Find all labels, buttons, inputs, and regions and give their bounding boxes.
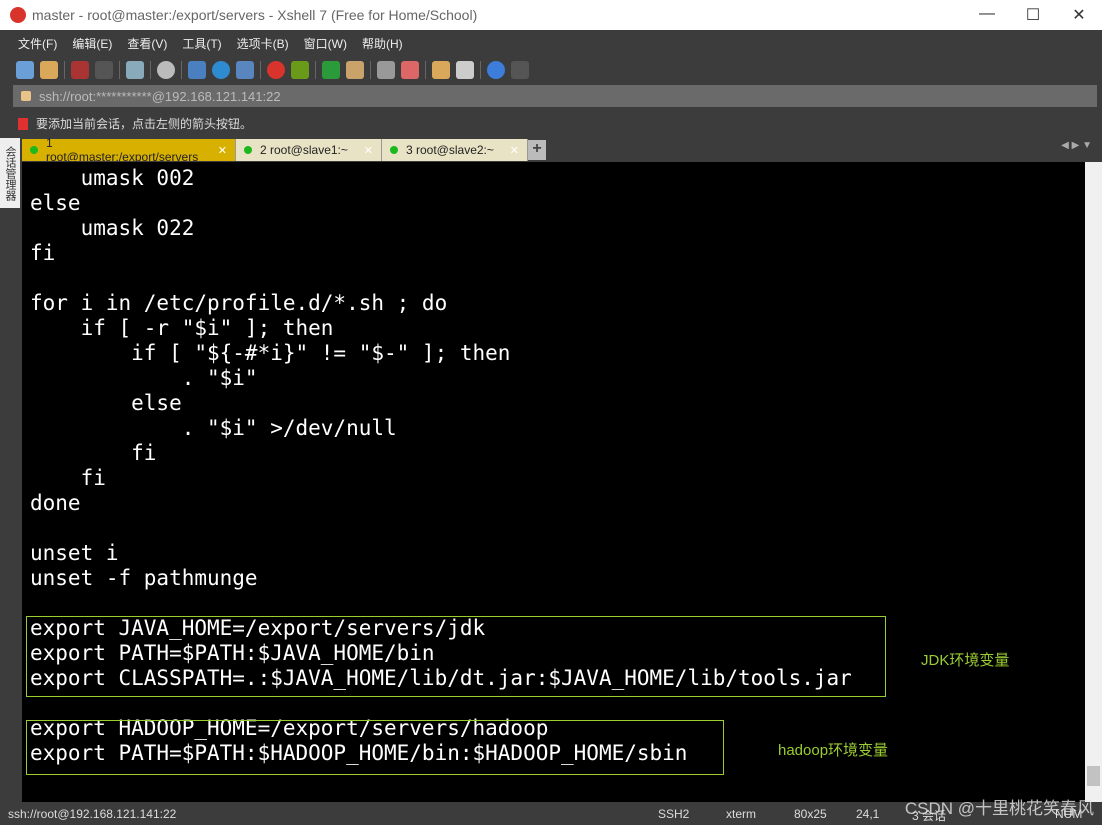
window-title: master - root@master:/export/servers - X… [32, 7, 478, 23]
status-size: 80x25 [794, 807, 827, 821]
address-bar[interactable]: ssh://root:***********@192.168.121.141:2… [13, 85, 1097, 107]
lock-icon[interactable] [346, 61, 364, 79]
jdk-highlight-box [26, 616, 886, 697]
status-term: xterm [726, 807, 756, 821]
xshell-logo-icon [10, 7, 26, 23]
xshell-icon[interactable] [267, 61, 285, 79]
session-manager-toggle[interactable]: 会话管理器 [0, 138, 20, 208]
maximize-button[interactable]: ☐ [1010, 5, 1056, 25]
new-tab-button[interactable]: + [528, 140, 546, 160]
minimize-button[interactable]: — [964, 5, 1010, 25]
jdk-annotation: JDK环境变量 [921, 652, 1010, 669]
lock-icon [21, 91, 31, 101]
menu-file[interactable]: 文件(F) [18, 35, 57, 52]
tab-label: 1 root@master:/export/servers [45, 136, 199, 164]
status-cursor: 24,1 [856, 807, 880, 821]
hadoop-annotation: hadoop环境变量 [778, 742, 889, 759]
connected-icon [30, 146, 38, 154]
status-protocol: SSH2 [658, 807, 690, 821]
tab-navigation[interactable]: ◀ ▶ ▼ [1061, 140, 1092, 151]
hint-text: 要添加当前会话，点击左侧的箭头按钮。 [36, 117, 253, 131]
chat-icon[interactable] [511, 61, 529, 79]
terminal[interactable]: umask 002 else umask 022 fi for i in /et… [22, 162, 1085, 802]
keyboard-icon[interactable] [377, 61, 395, 79]
title-bar: master - root@master:/export/servers - X… [0, 0, 1102, 30]
reconnect-icon[interactable] [95, 61, 113, 79]
globe-icon[interactable] [212, 61, 230, 79]
new-folder-icon[interactable] [432, 61, 450, 79]
transfer-icon[interactable] [188, 61, 206, 79]
fullscreen-icon[interactable] [322, 61, 340, 79]
open-folder-icon[interactable] [40, 61, 58, 79]
menu-edit[interactable]: 编辑(E) [72, 35, 112, 52]
terminal-scrollbar[interactable] [1085, 162, 1102, 802]
connected-icon [244, 146, 252, 154]
menu-window[interactable]: 窗口(W) [304, 35, 347, 52]
close-tab-icon[interactable]: ✕ [208, 144, 227, 157]
close-tab-icon[interactable]: ✕ [500, 144, 519, 157]
tab-label: 3 root@slave2:~ [406, 143, 494, 157]
menu-tools[interactable]: 工具(T) [182, 35, 221, 52]
connected-icon [390, 146, 398, 154]
tab-slave2[interactable]: 3 root@slave2:~ ✕ [382, 139, 528, 161]
status-connection: ssh://root@192.168.121.141:22 [8, 807, 177, 821]
add-session-arrow-icon[interactable] [18, 117, 28, 130]
menu-view[interactable]: 查看(V) [127, 35, 167, 52]
properties-icon[interactable] [126, 61, 144, 79]
menu-bar: 文件(F) 编辑(E) 查看(V) 工具(T) 选项卡(B) 窗口(W) 帮助(… [8, 30, 1102, 56]
layout-icon[interactable] [456, 61, 474, 79]
close-button[interactable]: ✕ [1056, 5, 1102, 25]
toolbar [8, 56, 1102, 84]
tab-slave1[interactable]: 2 root@slave1:~ ✕ [236, 139, 382, 161]
font-icon[interactable] [236, 61, 254, 79]
new-session-icon[interactable] [16, 61, 34, 79]
tab-master[interactable]: 1 root@master:/export/servers ✕ [22, 136, 236, 164]
scrollbar-thumb[interactable] [1087, 766, 1100, 786]
menu-help[interactable]: 帮助(H) [362, 35, 403, 52]
help-icon[interactable] [487, 61, 505, 79]
disconnect-icon[interactable] [71, 61, 89, 79]
menu-tab[interactable]: 选项卡(B) [237, 35, 289, 52]
hadoop-highlight-box [26, 720, 724, 775]
address-text: ssh://root:***********@192.168.121.141:2… [39, 88, 281, 104]
session-hint: 要添加当前会话，点击左侧的箭头按钮。 [18, 115, 252, 132]
search-icon[interactable] [157, 61, 175, 79]
tab-bar: 1 root@master:/export/servers ✕ 2 root@s… [22, 136, 1102, 164]
tab-label: 2 root@slave1:~ [260, 143, 348, 157]
highlight-icon[interactable] [401, 61, 419, 79]
xftp-icon[interactable] [291, 61, 309, 79]
watermark: CSDN @十里桃花笑春风 [904, 799, 1094, 818]
close-tab-icon[interactable]: ✕ [354, 144, 373, 157]
